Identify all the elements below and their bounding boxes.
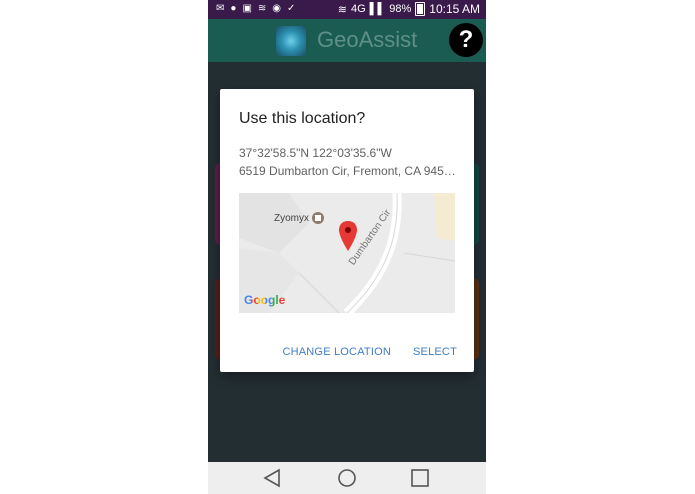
back-icon[interactable] (261, 468, 283, 488)
map-preview[interactable]: Zyomyx Dumbarton Cir Google (239, 193, 455, 313)
wifi-signal-icon: ≋ (337, 3, 347, 16)
chrome-icon: ◉ (272, 3, 282, 14)
google-logo-text: Google (244, 293, 286, 307)
battery-icon (415, 2, 426, 16)
wifi-icon: ≋ (257, 3, 267, 14)
location-icon: ● (230, 3, 237, 14)
address-text: 6519 Dumbarton Cir, Fremont, CA 945… (239, 164, 456, 178)
poi-icon[interactable] (312, 212, 324, 224)
clock: 10:15 AM (429, 2, 480, 16)
network-type: 4G (350, 3, 366, 15)
status-bar: ✉ ● ▣ ≋ ◉ ✓ ≋ 4G ▌▌ 98% 10:15 AM (208, 0, 486, 19)
google-attribution: Google (244, 293, 285, 307)
recents-icon[interactable] (409, 468, 431, 488)
dialog-actions: CHANGE LOCATION SELECT (282, 346, 457, 358)
message-icon: ✉ (216, 3, 225, 14)
help-button[interactable]: ? (449, 23, 483, 57)
app-title: GeoAssist (317, 27, 418, 52)
status-indicators: ≋ 4G ▌▌ 98% 10:15 AM (338, 2, 480, 16)
app-logo-icon (276, 26, 306, 56)
image-icon: ▣ (242, 3, 252, 14)
notification-icons: ✉ ● ▣ ≋ ◉ ✓ (216, 3, 295, 15)
check-icon: ✓ (287, 3, 296, 14)
poi-label: Zyomyx (274, 213, 309, 224)
battery-percent: 98% (389, 3, 412, 15)
app-bar: GeoAssist ? (208, 19, 486, 62)
change-location-button[interactable]: CHANGE LOCATION (282, 346, 391, 358)
home-icon[interactable] (336, 468, 358, 488)
dialog-title: Use this location? (239, 110, 366, 127)
select-button[interactable]: SELECT (413, 346, 457, 358)
phone-screen: ✉ ● ▣ ≋ ◉ ✓ ≋ 4G ▌▌ 98% 10:15 AM GeoAssi… (208, 0, 486, 494)
cell-signal-icon: ▌▌ (369, 3, 386, 15)
location-dialog: Use this location? 37°32'58.5"N 122°03'3… (220, 89, 474, 372)
navigation-bar (208, 462, 486, 494)
coordinates-text: 37°32'58.5"N 122°03'35.6"W (239, 146, 392, 160)
location-marker-icon (339, 221, 357, 251)
